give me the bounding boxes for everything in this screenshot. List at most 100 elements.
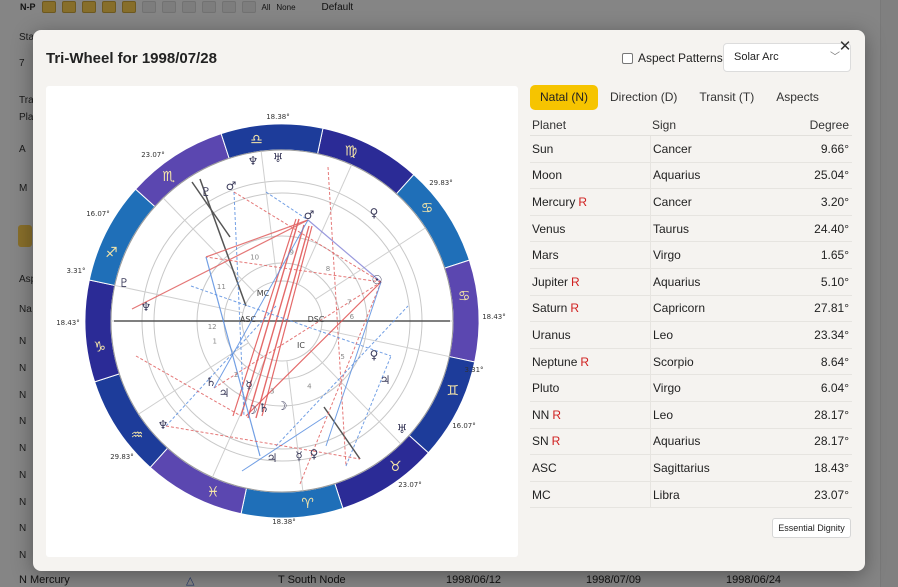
jupiter-planet-icon: ♃ [219,386,230,400]
table-row[interactable]: Mars Virgo 1.65° [530,242,852,269]
table-row[interactable]: Saturn R Capricorn 27.81° [530,295,852,323]
cusp-degree-label: 16.07° [86,210,110,218]
degree-cell: 27.81° [814,301,849,316]
aspect-line [241,415,327,472]
planet-name: MC [532,487,551,502]
cusp-degree-label: 29.83° [429,179,453,187]
tab-aspects[interactable]: Aspects [766,85,829,110]
degree-cell: 8.64° [820,354,849,369]
chart-tabs: Natal (N) Direction (D) Transit (T) Aspe… [530,85,831,110]
neptune-planet-icon: ♆ [248,154,259,168]
sign-cell: Libra [650,481,770,508]
uranus-planet-icon: ♅ [273,151,284,165]
close-button[interactable]: ✕ [838,39,852,54]
house-number: 2 [234,371,238,379]
neptune-planet-icon: ♆ [141,300,152,314]
table-row[interactable]: Uranus Leo 23.34° [530,322,852,349]
table-row[interactable]: NN R Leo 28.17° [530,401,852,429]
planet-cell: NN R [530,408,650,422]
planet-cell: Jupiter R [530,275,650,289]
cancer-sign-icon: ♋ [458,288,471,304]
mercury-planet-icon: ☿ [245,378,252,392]
zodiac-segment [149,447,248,515]
degree-cell: 3.20° [820,194,849,209]
capricorn-sign-icon: ♑ [94,340,107,356]
aspect-patterns-checkbox[interactable] [622,52,633,64]
sign-cell: Sagittarius [650,455,770,481]
planet-cell: Saturn R [530,301,650,315]
table-row[interactable]: Jupiter R Aquarius 5.10° [530,268,852,296]
degree-cell: 9.66° [820,141,849,156]
cusp-degree-label: 18.43° [482,313,506,321]
table-row[interactable]: SN R Aquarius 28.17° [530,428,852,456]
retrograde-marker: R [552,407,562,422]
virgo-sign-icon: ♍ [345,143,358,159]
house-cusp-line [260,151,278,282]
planet-name: Moon [532,168,563,183]
retrograde-marker: R [578,194,588,209]
table-row[interactable]: Venus Taurus 24.40° [530,215,852,243]
retrograde-marker: R [570,301,580,316]
retrograde-marker: R [580,354,590,369]
zodiac-segment [444,259,480,363]
gemini-sign-icon: ♊ [446,383,459,399]
planet-cell: Mercury R [530,195,650,209]
jupiter-planet-icon: ♃ [267,451,278,465]
aries-sign-icon: ♈ [301,496,314,512]
tri-wheel-dialog: Tri-Wheel for 1998/07/28 Aspect Patterns… [33,30,865,571]
sign-cell: Cancer [650,136,770,162]
table-row[interactable]: ASC Sagittarius 18.43° [530,455,852,482]
tab-transit[interactable]: Transit (T) [689,85,764,110]
jupiter-planet-icon: ♃ [380,373,391,387]
planet-cell: Uranus [530,328,650,342]
aspect-line [213,219,309,389]
zodiac-segment [84,279,120,383]
aspect-line [255,225,310,419]
table-row[interactable]: Moon Aquarius 25.04° [530,162,852,190]
aspect-line [245,281,382,417]
table-row[interactable]: MC Libra 23.07° [530,481,852,509]
mars-planet-icon: ♂ [304,208,315,222]
planet-cell: Sun [530,142,650,156]
retrograde-marker: R [551,434,561,449]
venus-planet-icon: ♀ [370,348,379,362]
planet-cell: SN R [530,434,650,448]
aspect-patterns-toggle[interactable]: Aspect Patterns [622,51,723,65]
saturn-planet-icon: ♄ [259,401,270,415]
cusp-degree-label: 23.07° [398,481,422,489]
table-row[interactable]: Sun Cancer 9.66° [530,136,852,163]
planet-name: Jupiter [532,274,569,289]
retrograde-marker: R [571,274,580,289]
degree-cell: 28.17° [814,407,849,422]
tab-direction[interactable]: Direction (D) [600,85,687,110]
degree-cell: 1.65° [820,248,849,263]
pluto-planet-icon: ♇ [201,185,212,199]
house-number: 3 [270,387,274,395]
uranus-planet-icon: ♅ [397,422,408,436]
essential-dignity-button[interactable]: Essential Dignity [772,518,851,538]
table-row[interactable]: Mercury R Cancer 3.20° [530,189,852,216]
planet-name: ASC [532,460,557,475]
pluto-planet-icon: ♇ [119,276,130,290]
mercury-planet-icon: ☿ [295,449,302,463]
direction-method-select[interactable]: Solar Arc ﹀ [723,43,851,72]
tab-natal[interactable]: Natal (N) [530,85,599,110]
degree-cell: 23.07° [814,487,849,502]
header-sign: Sign [652,117,677,132]
house-number: 8 [326,265,330,273]
table-row[interactable]: Pluto Virgo 6.04° [530,375,852,402]
sign-cell: Cancer [650,189,770,215]
table-row[interactable]: Neptune R Scorpio 8.64° [530,348,852,376]
scorpio-sign-icon: ♏ [162,169,175,185]
venus-planet-icon: ♀ [310,447,319,461]
sign-cell: Taurus [650,215,770,242]
neptune-planet-icon: ♆ [158,418,169,432]
sign-cell: Aquarius [650,428,770,455]
sign-cell: Leo [650,322,770,348]
house-number: 1 [212,337,216,345]
cusp-degree-label: 18.38° [266,113,290,121]
house-number: 4 [307,382,312,390]
venus-planet-icon: ♀ [370,206,379,220]
degree-cell: 18.43° [814,460,849,475]
degree-cell: 28.17° [814,434,849,449]
